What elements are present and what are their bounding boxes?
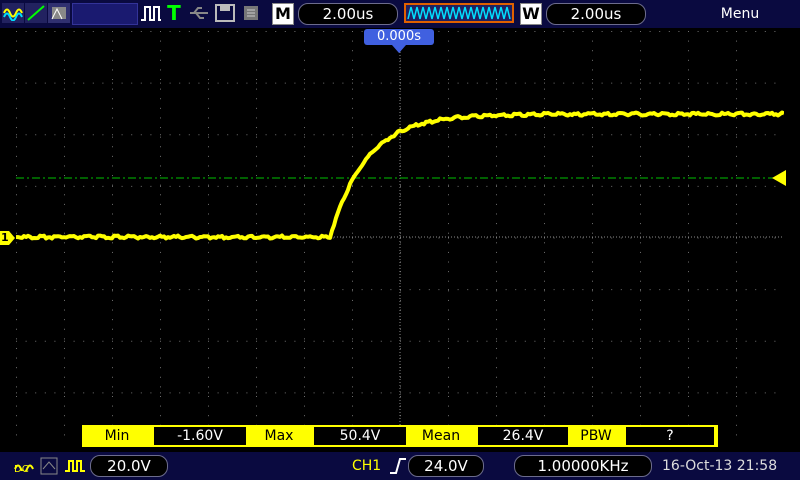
measurement-bar: Min -1.60V Max 50.4V Mean 26.4V PBW ?	[82, 425, 718, 447]
channel1-marker-label: 1	[1, 231, 9, 244]
measure-label-mean: Mean	[421, 428, 461, 444]
display-panel	[72, 3, 138, 25]
usb-icon	[188, 3, 210, 23]
top-status-bar: T M 2.00us W 2.00us Menu	[0, 0, 800, 28]
save-icon[interactable]	[214, 3, 236, 23]
ch1-scale-value[interactable]: 20.0V	[90, 455, 168, 477]
waveform-icon[interactable]	[2, 3, 24, 23]
trigger-level-marker[interactable]	[772, 170, 786, 186]
invert-icon	[40, 457, 60, 475]
waveform-window-indicator[interactable]	[404, 3, 514, 23]
measure-label-min: Min	[104, 428, 130, 444]
menu-button[interactable]: Menu	[700, 4, 780, 24]
coupling-label: DC	[14, 464, 29, 475]
graticule	[16, 31, 784, 444]
measure-value-min: -1.60V	[154, 427, 246, 445]
main-timebase-label: M	[272, 3, 294, 25]
ramp-icon[interactable]	[25, 3, 47, 23]
channel1-marker[interactable]: 1	[0, 230, 15, 245]
trigger-position-arrow	[392, 45, 406, 53]
date-time: 16-Oct-13 21:58	[662, 458, 778, 474]
print-icon[interactable]	[240, 3, 262, 23]
trigger-edge-icon	[388, 456, 408, 476]
measure-value-max: 50.4V	[314, 427, 406, 445]
persist-icon[interactable]	[48, 3, 70, 23]
window-timebase-label: W	[520, 3, 542, 25]
waveform-display	[16, 31, 784, 444]
frequency-counter: 1.00000KHz	[514, 455, 652, 477]
trigger-source-label: CH1	[352, 458, 382, 474]
coupling-dc-icon[interactable]: DC	[14, 456, 36, 476]
trigger-position-marker[interactable]: 0.000s	[364, 29, 434, 45]
main-timebase-value[interactable]: 2.00us	[298, 3, 398, 25]
trigger-level-value[interactable]: 24.0V	[408, 455, 484, 477]
measure-value-mean: 26.4V	[478, 427, 568, 445]
measure-label-max: Max	[264, 428, 294, 444]
bandwidth-icon	[64, 457, 86, 475]
measure-value-pbw: ?	[626, 427, 714, 445]
trigger-mode-label: T	[167, 1, 181, 25]
window-timebase-value[interactable]: 2.00us	[546, 3, 646, 25]
pulse-icon[interactable]	[140, 3, 162, 23]
measure-label-pbw: PBW	[580, 428, 612, 444]
